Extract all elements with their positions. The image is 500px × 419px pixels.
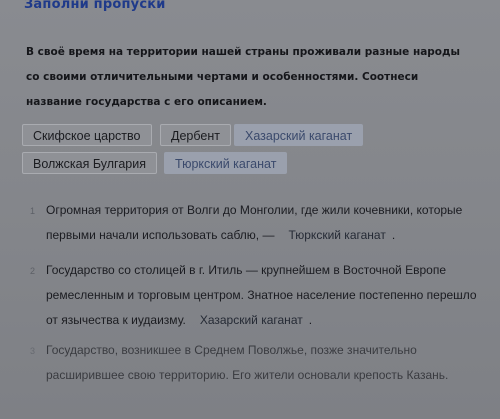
item-end: .	[308, 313, 313, 327]
item-number: 3	[30, 346, 36, 356]
option-chip[interactable]: Скифское царство	[22, 124, 152, 146]
option-chip-used[interactable]: Тюркский каганат	[164, 152, 288, 174]
answer-slot[interactable]: Хазарский каганат	[194, 308, 309, 333]
item-end: .	[391, 228, 396, 242]
exercise-title: Заполни пропуски	[24, 0, 166, 12]
item-text: Огромная территория от Волги до Монголии…	[46, 203, 463, 242]
option-chip-used[interactable]: Хазарский каганат	[234, 124, 364, 146]
item-number: 2	[30, 266, 36, 276]
option-chip[interactable]: Дербент	[160, 124, 231, 146]
item-number: 1	[30, 206, 36, 216]
item-text: Государство, возникшее в Среднем Поволжь…	[46, 343, 449, 382]
option-chip[interactable]: Волжская Булгария	[22, 152, 157, 174]
answer-slot[interactable]: Тюркский каганат	[282, 223, 391, 248]
exercise-page: Заполни пропуски В своё время на террито…	[0, 0, 500, 419]
exercise-instruction: В своё время на территории нашей страны …	[26, 46, 460, 108]
